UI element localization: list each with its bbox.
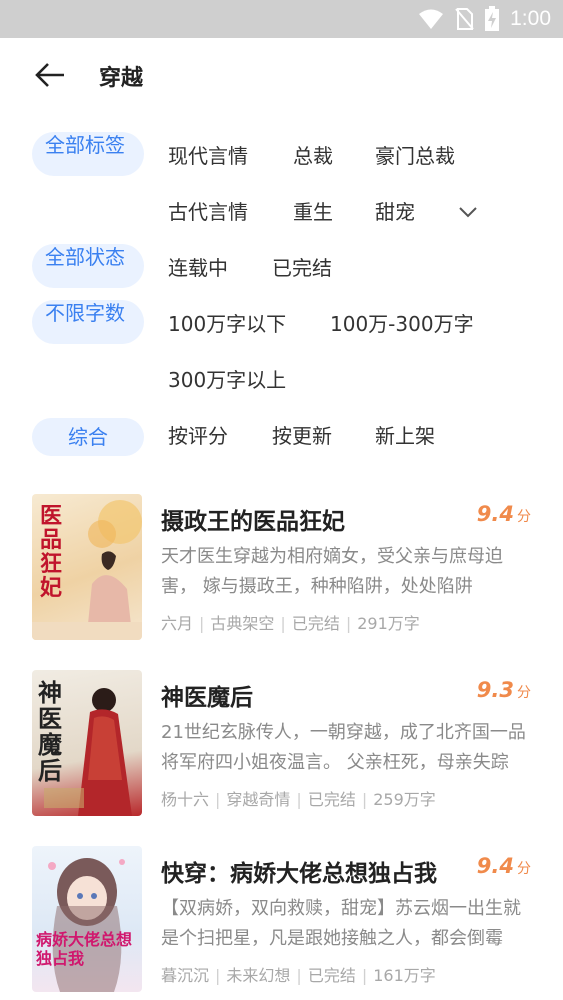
book-category: 穿越奇情 xyxy=(226,790,291,809)
page-title: 穿越 xyxy=(99,66,144,91)
book-status: 已完结 xyxy=(307,790,356,809)
book-title: 神医魔后 xyxy=(161,685,253,711)
book-title: 快穿：病娇大佬总想独占我 xyxy=(161,861,437,887)
book-author: 暮沉沉 xyxy=(161,966,210,985)
sort-option[interactable]: 按更新 xyxy=(272,422,332,450)
cover-illustration xyxy=(48,858,125,992)
filter-words-all[interactable]: 不限字数 xyxy=(32,300,144,344)
back-button[interactable] xyxy=(28,58,72,92)
tag-option[interactable]: 重生 xyxy=(293,198,333,226)
book-words: 291万字 xyxy=(357,614,420,633)
book-status: 已完结 xyxy=(291,614,340,633)
battery-charging-icon xyxy=(485,6,500,31)
book-cover: 医品狂妃 xyxy=(32,494,142,640)
tag-option[interactable]: 现代言情 xyxy=(168,142,248,170)
book-description: 21世纪玄脉传人，一朝穿越，成了北齐国一品将军府四小姐夜温言。 父亲枉死，母亲失… xyxy=(161,722,526,773)
book-meta: 杨十六 | 穿越奇情 | 已完结 | 259万字 xyxy=(161,790,436,809)
book-score: 9.4 分 xyxy=(476,502,531,526)
book-description: 天才医生穿越为相府嫡女，受父亲与庶母迫害， 嫁与摄政王，种种陷阱，处处陷阱 xyxy=(161,546,503,597)
sort-option[interactable]: 新上架 xyxy=(375,422,435,450)
book-category: 未来幻想 xyxy=(226,966,291,985)
book-words: 161万字 xyxy=(373,966,436,985)
book-item[interactable]: 病娇大佬总想独占我 快穿：病娇大佬总想独占我 9.4 分 【双病娇，双向救赎，甜宠… xyxy=(0,846,563,996)
book-score: 9.3 分 xyxy=(476,678,531,702)
status-option[interactable]: 已完结 xyxy=(272,254,332,282)
book-meta: 暮沉沉 | 未来幻想 | 已完结 | 161万字 xyxy=(161,966,436,985)
cover-title: 医品狂妃 xyxy=(40,503,63,601)
sort-option[interactable]: 按评分 xyxy=(168,422,228,450)
book-cover: 病娇大佬总想独占我 xyxy=(32,846,142,992)
top-app-bar: 穿越 xyxy=(0,38,563,112)
book-cover: 神医魔后 xyxy=(32,670,142,816)
chevron-down-icon xyxy=(459,207,477,218)
book-item[interactable]: 医品狂妃 摄政王的医品狂妃 9.4 分 天才医生穿越为相府嫡女，受父亲与庶母迫害，… xyxy=(0,494,563,644)
book-author: 六月 xyxy=(161,614,194,633)
status-icons: 1:00 xyxy=(418,0,551,38)
book-item[interactable]: 神医魔后 神医魔后 9.3 分 21世纪玄脉传人，一朝穿越，成了北齐国一品将军府四… xyxy=(0,670,563,820)
status-option[interactable]: 连载中 xyxy=(168,254,228,282)
expand-tags-button[interactable] xyxy=(456,200,480,224)
words-option[interactable]: 100万-300万字 xyxy=(330,310,474,338)
book-words: 259万字 xyxy=(373,790,436,809)
words-option[interactable]: 100万字以下 xyxy=(168,310,286,338)
tag-option[interactable]: 古代言情 xyxy=(168,198,248,226)
sort-comprehensive[interactable]: 综合 xyxy=(32,418,144,456)
book-meta: 六月 | 古典架空 | 已完结 | 291万字 xyxy=(161,614,420,633)
book-category: 古典架空 xyxy=(210,614,275,633)
no-sim-icon xyxy=(455,8,474,30)
tag-option[interactable]: 豪门总裁 xyxy=(375,142,455,170)
book-description: 【双病娇，双向救赎，甜宠】苏云烟一出生就是个扫把星，凡是跟她接触之人，都会倒霉 xyxy=(161,898,521,949)
tag-option[interactable]: 甜宠 xyxy=(375,198,415,226)
status-bar: 1:00 xyxy=(0,0,563,38)
tag-option[interactable]: 总裁 xyxy=(293,142,333,170)
words-option[interactable]: 300万字以上 xyxy=(168,366,286,394)
filter-status-all[interactable]: 全部状态 xyxy=(32,244,144,288)
book-title: 摄政王的医品狂妃 xyxy=(161,509,345,535)
cover-title: 神医魔后 xyxy=(38,678,62,785)
cover-title: 病娇大佬总想独占我 xyxy=(36,930,133,968)
book-author: 杨十六 xyxy=(161,790,210,809)
status-time: 1:00 xyxy=(510,7,551,30)
filter-tags-all[interactable]: 全部标签 xyxy=(32,132,144,176)
wifi-icon xyxy=(419,9,444,29)
book-score: 9.4 分 xyxy=(476,854,531,878)
arrow-left-icon xyxy=(35,63,64,87)
book-status: 已完结 xyxy=(307,966,356,985)
